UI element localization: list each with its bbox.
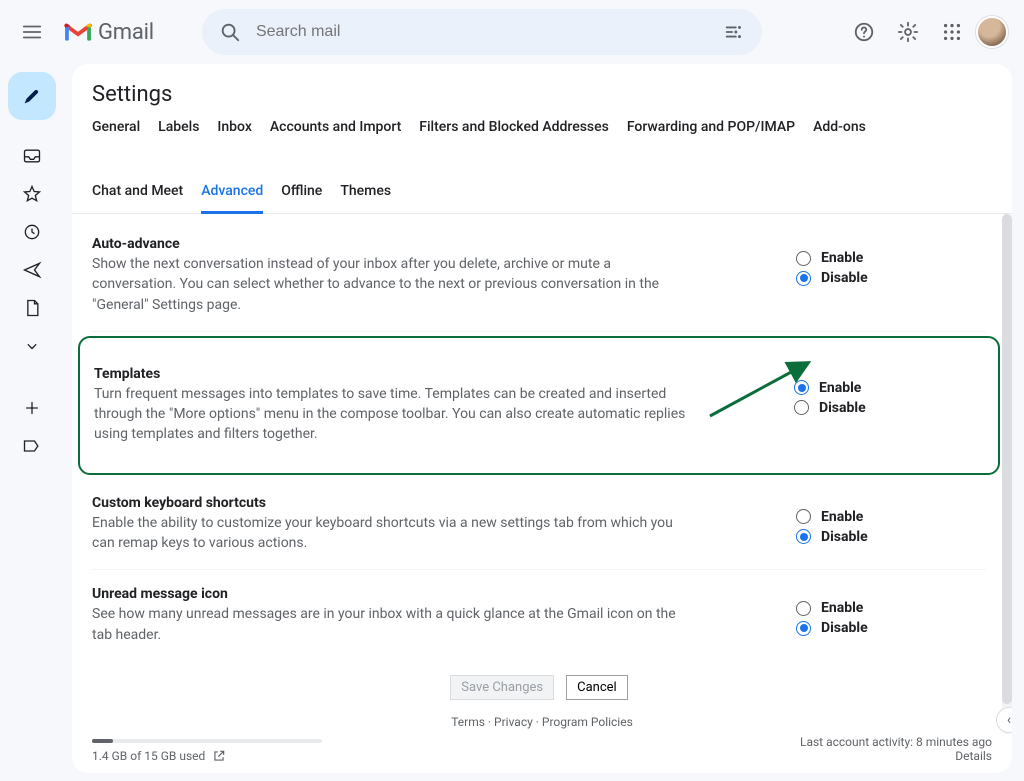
tab-chat-and-meet[interactable]: Chat and Meet [92,183,183,213]
settings-panel: Settings General Labels Inbox Accounts and … [72,64,1012,773]
setting-description: Enable the ability to customize your key… [92,513,692,554]
account-avatar[interactable] [976,16,1008,48]
tab-accounts-and-import[interactable]: Accounts and Import [270,119,401,147]
search-input[interactable] [250,23,714,41]
gmail-logo[interactable]: Gmail [64,20,154,45]
main-menu-button[interactable] [12,12,52,52]
radio-custom_shortcuts-disable[interactable]: Disable [796,529,986,545]
tab-add-ons[interactable]: Add-ons [813,119,866,147]
open-in-new-icon[interactable] [212,749,226,763]
tab-offline[interactable]: Offline [281,183,322,213]
more-icon[interactable] [13,330,51,362]
radio-label: Enable [819,380,861,396]
page-title: Settings [72,82,1012,119]
radio-unread_icon-disable[interactable]: Disable [796,620,986,636]
radio-label: Enable [821,509,863,525]
radio-icon [794,380,809,395]
radio-icon [796,621,811,636]
footer: Terms · Privacy · Program Policies 1.4 G… [72,709,1012,773]
setting-title: Auto-advance [92,236,756,252]
setting-title: Templates [94,366,754,382]
tab-inbox[interactable]: Inbox [217,119,251,147]
radio-label: Enable [821,600,863,616]
tab-filters-and-blocked-addresses[interactable]: Filters and Blocked Addresses [419,119,609,147]
settings-tabs: General Labels Inbox Accounts and Import Fil… [72,119,1012,214]
radio-icon [796,251,811,266]
google-apps-icon[interactable] [932,12,972,52]
radio-label: Disable [819,400,866,416]
setting-custom_shortcuts: Custom keyboard shortcuts Enable the abil… [92,479,986,571]
storage-info: 1.4 GB of 15 GB used [92,739,322,763]
footer-link-program-policies[interactable]: Program Policies [542,715,633,729]
action-buttons: Save Changes Cancel [92,661,986,708]
setting-templates: Templates Turn frequent messages into tem… [94,350,984,461]
radio-label: Disable [821,270,868,286]
radio-icon [796,271,811,286]
tab-forwarding-and-pop-imap[interactable]: Forwarding and POP/IMAP [627,119,795,147]
setting-title: Custom keyboard shortcuts [92,495,756,511]
app-header: Gmail [0,0,1024,64]
radio-templates-disable[interactable]: Disable [794,400,984,416]
label-icon[interactable] [13,430,51,462]
radio-icon [796,529,811,544]
sent-icon[interactable] [13,254,51,286]
settings-body: Auto-advance Show the next conversation i… [72,210,1006,715]
drafts-icon[interactable] [13,292,51,324]
account-activity-text: Last account activity: 8 minutes ago [800,735,992,749]
new-label-icon[interactable] [13,392,51,424]
footer-link-privacy[interactable]: Privacy [494,715,533,729]
radio-label: Disable [821,529,868,545]
gmail-logo-icon [64,21,92,43]
setting-title: Unread message icon [92,586,756,602]
search-bar[interactable] [202,9,762,55]
footer-link-terms[interactable]: Terms [451,715,485,729]
radio-icon [794,400,809,415]
radio-icon [796,601,811,616]
starred-icon[interactable] [13,178,51,210]
setting-auto_advance: Auto-advance Show the next conversation i… [92,220,986,332]
gmail-logo-text: Gmail [98,20,154,45]
storage-text: 1.4 GB of 15 GB used [92,749,205,763]
cancel-button[interactable]: Cancel [566,675,628,700]
setting-description: Show the next conversation instead of yo… [92,254,692,315]
setting-unread_icon: Unread message icon See how many unread m… [92,570,986,661]
tab-labels[interactable]: Labels [158,119,199,147]
radio-label: Enable [821,250,863,266]
save-changes-button: Save Changes [450,675,554,700]
tab-themes[interactable]: Themes [340,183,391,213]
snoozed-icon[interactable] [13,216,51,248]
settings-gear-icon[interactable] [888,12,928,52]
radio-unread_icon-enable[interactable]: Enable [796,600,986,616]
radio-icon [796,509,811,524]
nav-sidebar [0,64,64,781]
details-link[interactable]: Details [955,749,992,763]
radio-auto_advance-enable[interactable]: Enable [796,250,986,266]
inbox-icon[interactable] [13,140,51,172]
radio-templates-enable[interactable]: Enable [794,380,984,396]
radio-label: Disable [821,620,868,636]
setting-description: See how many unread messages are in your… [92,604,692,645]
support-icon[interactable] [844,12,884,52]
search-icon[interactable] [210,12,250,52]
radio-auto_advance-disable[interactable]: Disable [796,270,986,286]
radio-custom_shortcuts-enable[interactable]: Enable [796,509,986,525]
tab-general[interactable]: General [92,119,140,147]
search-options-icon[interactable] [714,12,754,52]
compose-button[interactable] [8,72,56,120]
setting-description: Turn frequent messages into templates to… [94,384,694,445]
footer-links: Terms · Privacy · Program Policies [92,715,992,729]
